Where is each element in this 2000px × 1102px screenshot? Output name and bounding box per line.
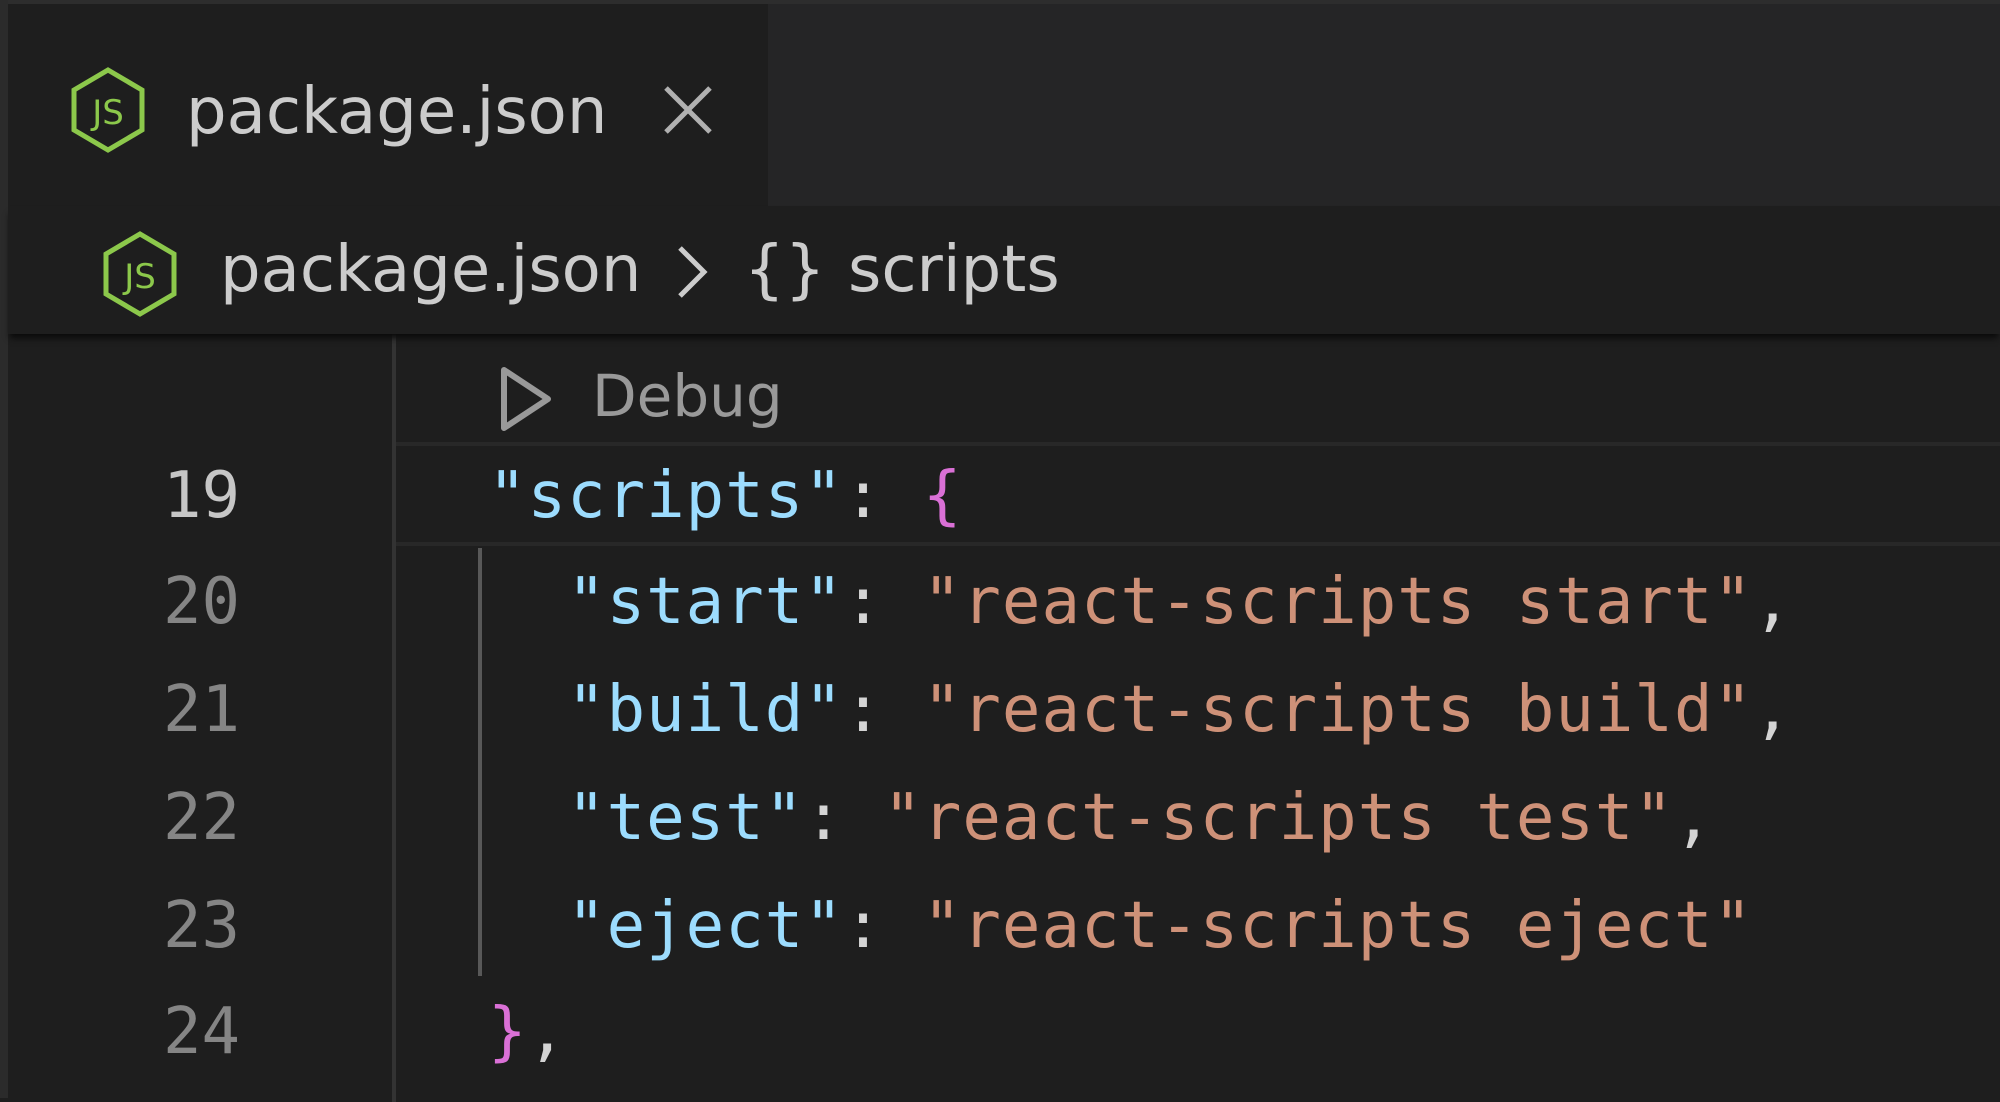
json-key: "eject": [567, 889, 844, 963]
colon: :: [843, 565, 923, 639]
colon: :: [843, 459, 923, 533]
object-symbol-icon: {}: [744, 233, 826, 307]
breadcrumb-file[interactable]: package.json: [220, 222, 641, 318]
codelens-label: Debug: [592, 362, 783, 430]
svg-text:JS: JS: [122, 257, 156, 297]
line-number: 20: [162, 565, 240, 639]
brace: }: [488, 995, 528, 1069]
code-line[interactable]: 23 "eject": "react-scripts eject": [8, 872, 2000, 980]
comma: ,: [1753, 673, 1793, 747]
json-key: "scripts": [488, 459, 844, 533]
json-key: "start": [567, 565, 844, 639]
tab-bar: JS package.json: [8, 4, 2000, 206]
nodejs-icon: JS: [103, 231, 177, 317]
json-string: "react-scripts start": [922, 565, 1753, 639]
code-text: "eject": "react-scripts eject": [488, 872, 1753, 980]
code-line[interactable]: 24},: [8, 978, 2000, 1086]
code-line[interactable]: 19 "scripts": {: [8, 442, 2000, 550]
colon: :: [843, 673, 923, 747]
comma: ,: [527, 995, 568, 1069]
close-icon[interactable]: [658, 80, 718, 140]
json-string: "react-scripts build": [922, 673, 1753, 747]
breadcrumb: JS package.json {} scripts: [8, 206, 2000, 334]
tab-package-json[interactable]: JS package.json: [8, 4, 768, 206]
brace: {: [922, 459, 963, 533]
chevron-right-icon: [678, 246, 708, 298]
json-key: "test": [567, 781, 805, 855]
window-edge: [0, 0, 8, 1098]
breadcrumb-symbol[interactable]: scripts: [848, 222, 1060, 318]
code-line[interactable]: 20 "start": "react-scripts start",: [8, 548, 2000, 656]
line-number: 21: [162, 673, 240, 747]
tab-title: package.json: [186, 75, 608, 149]
json-string: "react-scripts eject": [922, 889, 1753, 963]
colon: :: [804, 781, 884, 855]
code-text: },: [488, 978, 567, 1086]
code-line[interactable]: 21 "build": "react-scripts build",: [8, 656, 2000, 764]
line-number: 22: [162, 781, 240, 855]
svg-text:JS: JS: [90, 93, 124, 133]
play-icon: [501, 367, 551, 431]
line-number: 23: [162, 889, 240, 963]
line-number: 19: [162, 459, 240, 533]
code-line[interactable]: 22 "test": "react-scripts test",: [8, 764, 2000, 872]
comma: ,: [1753, 565, 1793, 639]
json-key: "build": [567, 673, 844, 747]
editor-window: JS package.json JS package.json {} scrip…: [8, 0, 2000, 1102]
colon: :: [843, 889, 923, 963]
line-number: 24: [162, 995, 240, 1069]
json-string: "react-scripts test": [883, 781, 1674, 855]
nodejs-icon: JS: [71, 67, 145, 153]
code-text: "start": "react-scripts start",: [488, 548, 1793, 656]
code-editor[interactable]: Debug 19 "scripts": {20 "start": "react-s…: [8, 334, 2000, 1102]
code-text: "scripts": {: [488, 442, 962, 550]
comma: ,: [1673, 781, 1714, 855]
code-text: "build": "react-scripts build",: [488, 656, 1793, 764]
code-text: "test": "react-scripts test",: [488, 764, 1713, 872]
